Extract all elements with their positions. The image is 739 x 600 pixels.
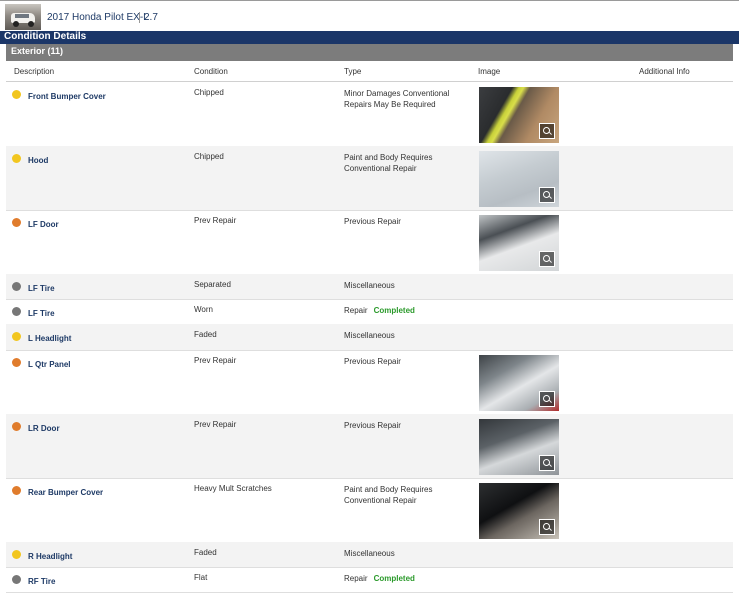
table-row: R Headlight Faded Miscellaneous [6, 542, 733, 568]
damage-type: Repair Completed [344, 573, 464, 584]
damage-description-link[interactable]: LR Door [28, 424, 60, 433]
condition-details-bar: Condition Details [0, 31, 739, 44]
severity-dot-icon [12, 282, 21, 291]
damage-type-text: Previous Repair [344, 357, 401, 366]
column-type: Type [344, 67, 362, 76]
damage-condition: Prev Repair [194, 356, 237, 365]
column-image: Image [478, 67, 501, 76]
damage-condition: Faded [194, 548, 217, 557]
severity-dot-icon [12, 358, 21, 367]
table-row: LR Door Prev Repair Previous Repair [6, 414, 733, 479]
damage-condition: Worn [194, 305, 213, 314]
damage-condition: Heavy Mult Scratches [194, 484, 272, 493]
damage-description-link[interactable]: LF Tire [28, 284, 55, 293]
repair-status-badge: Completed [373, 306, 415, 315]
damage-type-text: Minor Damages Conventional Repairs May B… [344, 89, 450, 109]
damage-condition: Faded [194, 330, 217, 339]
vehicle-thumbnail[interactable] [5, 4, 41, 30]
damage-description-link[interactable]: Front Bumper Cover [28, 92, 106, 101]
damage-type-text: Miscellaneous [344, 331, 395, 340]
damage-photo[interactable] [479, 355, 559, 411]
damage-photo[interactable] [479, 419, 559, 475]
table-row: LF Tire Separated Miscellaneous [6, 274, 733, 300]
column-additional-info: Additional Info [639, 67, 690, 76]
damage-type: Miscellaneous [344, 280, 464, 291]
damage-condition: Prev Repair [194, 216, 237, 225]
damage-type: Miscellaneous [344, 330, 464, 341]
zoom-icon[interactable] [539, 123, 555, 139]
damage-description-link[interactable]: LF Door [28, 220, 59, 229]
table-row: Front Bumper Cover Chipped Minor Damages C… [6, 82, 733, 147]
vehicle-engine: 2.7 [144, 12, 158, 23]
table-row: Hood Chipped Paint and Body Requires Conve… [6, 146, 733, 211]
zoom-icon[interactable] [539, 455, 555, 471]
damage-photo[interactable] [479, 483, 559, 539]
page-title: Condition Details [4, 31, 87, 42]
damage-type-text: Paint and Body Requires Conventional Rep… [344, 153, 433, 173]
damage-condition: Chipped [194, 152, 224, 161]
damage-photo[interactable] [479, 151, 559, 207]
damage-type: Previous Repair [344, 356, 464, 367]
damage-type: Repair Completed [344, 305, 464, 316]
damage-condition: Prev Repair [194, 420, 237, 429]
vehicle-header: 2017 Honda Pilot EX-L 2.7 [0, 0, 739, 32]
damage-description-link[interactable]: L Headlight [28, 334, 71, 343]
table-row: RF Tire Flat Repair Completed [6, 567, 733, 593]
damage-type-text: Previous Repair [344, 217, 401, 226]
section-title: Exterior (11) [11, 46, 64, 56]
table-row: L Headlight Faded Miscellaneous [6, 324, 733, 351]
damage-description-link[interactable]: R Headlight [28, 552, 72, 561]
table-row: LF Tire Worn Repair Completed [6, 299, 733, 325]
damage-type: Previous Repair [344, 420, 464, 431]
severity-dot-icon [12, 218, 21, 227]
table-row: Rear Bumper Cover Heavy Mult Scratches Pai… [6, 478, 733, 543]
severity-dot-icon [12, 575, 21, 584]
severity-dot-icon [12, 422, 21, 431]
table-row: LF Door Prev Repair Previous Repair [6, 210, 733, 275]
zoom-icon[interactable] [539, 519, 555, 535]
damage-type-text: Miscellaneous [344, 549, 395, 558]
table-row: L Qtr Panel Prev Repair Previous Repair [6, 350, 733, 415]
damage-type: Miscellaneous [344, 548, 464, 559]
severity-dot-icon [12, 307, 21, 316]
damage-photo[interactable] [479, 87, 559, 143]
damage-type-text: Miscellaneous [344, 281, 395, 290]
damage-condition: Chipped [194, 88, 224, 97]
damage-type: Previous Repair [344, 216, 464, 227]
zoom-icon[interactable] [539, 391, 555, 407]
section-header-exterior[interactable]: Exterior (11) [6, 44, 733, 61]
table-header: Description Condition Type Image Additio… [6, 63, 733, 82]
damage-type: Minor Damages Conventional Repairs May B… [344, 88, 464, 110]
vehicle-title: 2017 Honda Pilot EX-L [47, 12, 149, 23]
damage-type-text: Previous Repair [344, 421, 401, 430]
damage-type-text: Repair [344, 574, 368, 583]
repair-status-badge: Completed [373, 574, 415, 583]
damage-condition: Flat [194, 573, 208, 582]
damage-type: Paint and Body Requires Conventional Rep… [344, 484, 464, 506]
damage-description-link[interactable]: Rear Bumper Cover [28, 488, 103, 497]
severity-dot-icon [12, 486, 21, 495]
severity-dot-icon [12, 154, 21, 163]
damage-type: Paint and Body Requires Conventional Rep… [344, 152, 464, 174]
damage-description-link[interactable]: RF Tire [28, 577, 55, 586]
zoom-icon[interactable] [539, 251, 555, 267]
severity-dot-icon [12, 90, 21, 99]
damage-description-link[interactable]: Hood [28, 156, 48, 165]
damage-description-link[interactable]: L Qtr Panel [28, 360, 71, 369]
severity-dot-icon [12, 332, 21, 341]
header-divider [139, 12, 140, 23]
damage-photo[interactable] [479, 215, 559, 271]
damage-description-link[interactable]: LF Tire [28, 309, 55, 318]
zoom-icon[interactable] [539, 187, 555, 203]
damage-type-text: Paint and Body Requires Conventional Rep… [344, 485, 433, 505]
severity-dot-icon [12, 550, 21, 559]
column-condition: Condition [194, 67, 228, 76]
damage-condition: Separated [194, 280, 231, 289]
damage-type-text: Repair [344, 306, 368, 315]
column-description: Description [14, 67, 55, 76]
